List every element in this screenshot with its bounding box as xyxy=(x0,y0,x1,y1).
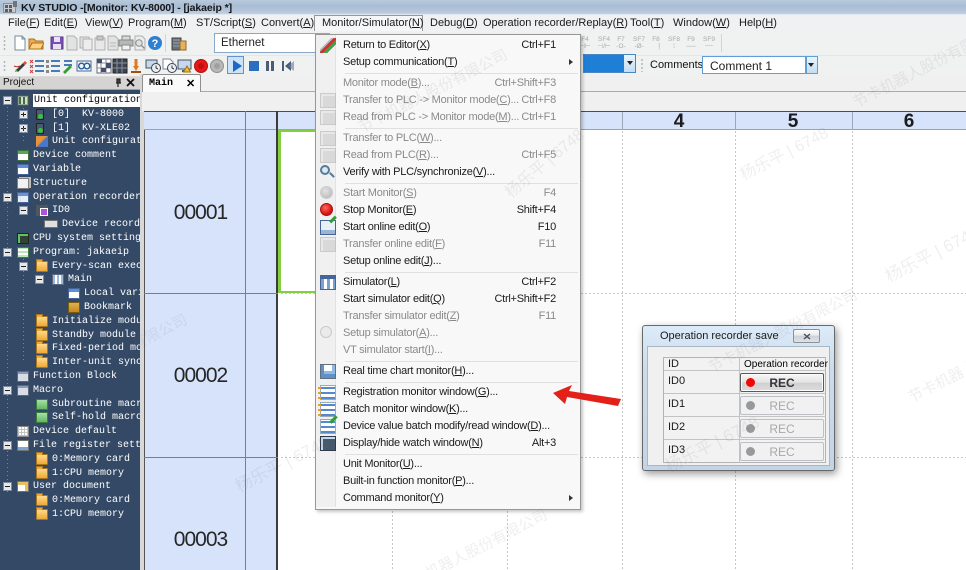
svg-text:?: ? xyxy=(152,38,159,50)
